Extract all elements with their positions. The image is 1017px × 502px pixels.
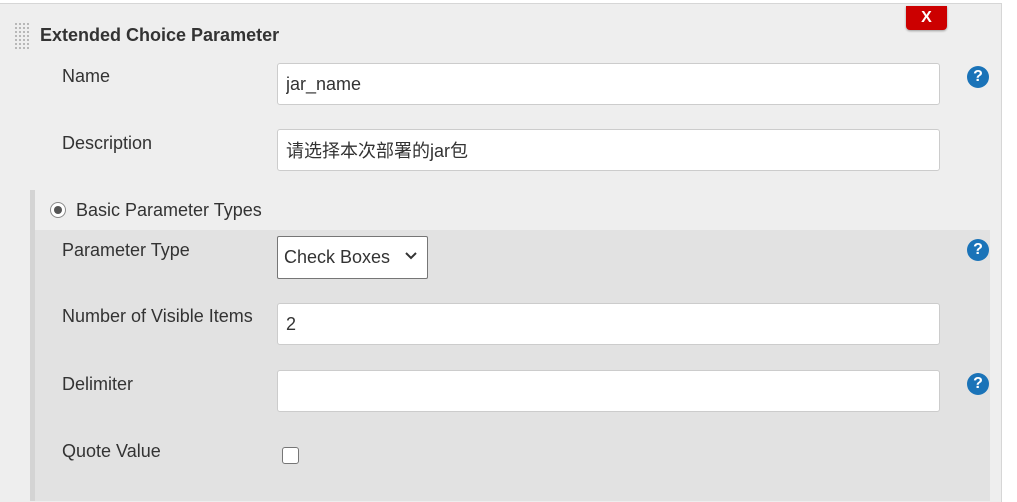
- description-input[interactable]: [277, 129, 940, 171]
- parameter-type-select[interactable]: Check Boxes: [277, 236, 428, 279]
- quote-value-checkbox[interactable]: [282, 447, 299, 464]
- parameter-type-help-icon[interactable]: ?: [967, 239, 989, 261]
- visible-items-label: Number of Visible Items: [62, 306, 253, 326]
- drag-handle-icon[interactable]: [14, 22, 30, 50]
- delimiter-help-icon[interactable]: ?: [967, 373, 989, 395]
- name-help-icon[interactable]: ?: [967, 66, 989, 88]
- delimiter-input[interactable]: [277, 370, 940, 412]
- name-input[interactable]: [277, 63, 940, 105]
- description-label: Description: [62, 133, 153, 153]
- basic-parameter-types-label[interactable]: Basic Parameter Types: [76, 200, 262, 221]
- section-title: Extended Choice Parameter: [40, 25, 280, 45]
- name-label: Name: [62, 66, 111, 86]
- delimiter-label: Delimiter: [62, 374, 134, 394]
- chevron-down-icon: [405, 252, 417, 260]
- visible-items-input[interactable]: [277, 303, 940, 345]
- basic-parameter-body: [35, 230, 990, 501]
- delete-button[interactable]: X: [906, 6, 947, 30]
- radio-selected-dot: [54, 206, 62, 214]
- parameter-type-label: Parameter Type: [62, 240, 190, 260]
- parameter-type-selected-value: Check Boxes: [284, 247, 391, 267]
- quote-value-label: Quote Value: [62, 441, 161, 461]
- basic-parameter-types-radio[interactable]: [50, 202, 66, 218]
